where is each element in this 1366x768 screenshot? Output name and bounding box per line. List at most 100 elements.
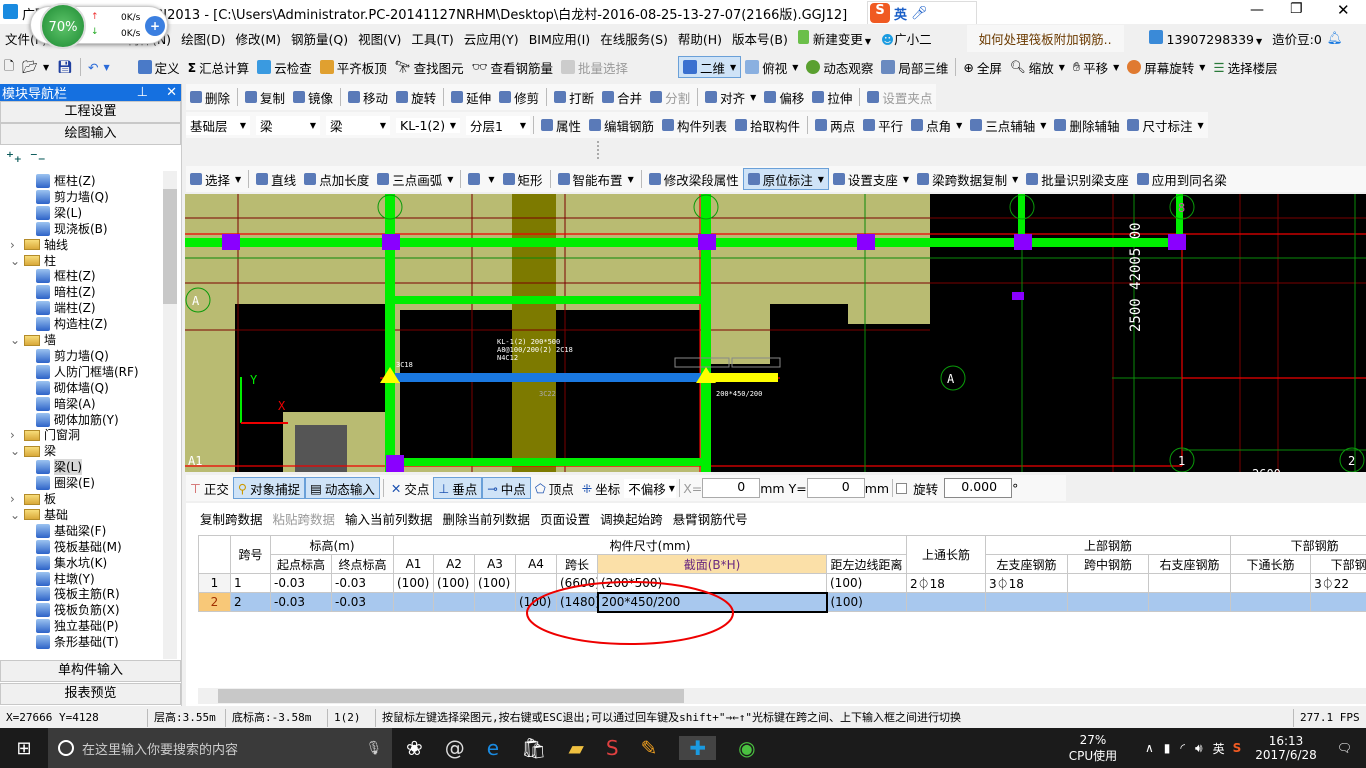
taskbar-app-icon[interactable]: @ <box>445 736 465 760</box>
net-speed-widget[interactable]: 70% ↑ 0K/s ↓ 0K/s + <box>30 3 168 49</box>
col-header[interactable]: 终点标高 <box>331 554 394 574</box>
dropdown-arrow-icon[interactable]: ▼ <box>1012 175 1018 184</box>
grid-hscrollbar[interactable] <box>198 688 1366 704</box>
toolbar-button-draw_toolbar-0[interactable]: 选择 ▼ <box>186 170 245 189</box>
tree-item[interactable]: 剪力墙(Q) <box>36 189 109 205</box>
grid-toolbar-button-0[interactable]: 复制跨数据 <box>200 509 263 528</box>
grid-toolbar-button-2[interactable]: 输入当前列数据 <box>345 509 433 528</box>
toolbar-button-draw_toolbar-8[interactable]: 原位标注 ▼ <box>742 168 829 190</box>
drawing-input-button[interactable]: 绘图输入 <box>0 123 181 145</box>
toolbar-button-edit_toolbar-1[interactable]: 复制 <box>241 88 289 107</box>
summary-calc-button[interactable]: Σ 汇总计算 <box>184 58 254 77</box>
tree-item[interactable]: 框柱(Z) <box>36 173 96 189</box>
col-header[interactable]: 下通长筋 <box>1230 554 1312 574</box>
glodon-app-icon[interactable]: ✚ <box>679 736 717 760</box>
toolbar-button-edit_toolbar-13[interactable]: 设置夹点 <box>863 88 936 107</box>
menu-tools[interactable]: 工具(T) <box>406 29 458 48</box>
collapse-all-icon[interactable]: ⁻₋ <box>30 148 46 166</box>
grid-toolbar-button-1[interactable]: 粘贴跨数据 <box>273 509 336 528</box>
tree-item[interactable]: 筏板基础(M) <box>36 539 122 555</box>
tree-scrollbar[interactable] <box>163 171 177 659</box>
toolbar-button-edit_toolbar-6[interactable]: 修剪 <box>495 88 543 107</box>
toolbar-button-prop_toolbar-1[interactable]: 编辑钢筋 <box>585 116 658 135</box>
start-button[interactable]: ⊞ <box>0 738 48 759</box>
col-header[interactable]: 起点标高 <box>270 554 332 574</box>
dropdown-arrow-icon[interactable]: ▼ <box>488 175 494 184</box>
table-cell[interactable] <box>1310 592 1366 612</box>
nav-close-icon[interactable]: ✕ <box>166 85 177 100</box>
component-select[interactable]: KL-1(2) ▼ <box>396 117 460 133</box>
dropdown-arrow-icon[interactable]: ▼ <box>1040 121 1046 130</box>
dropdown-arrow-icon[interactable]: ▼ <box>956 121 962 130</box>
clock[interactable]: 16:13 2017/6/28 <box>1255 734 1317 762</box>
selected-beam-span-1[interactable] <box>395 373 701 382</box>
layer-select[interactable]: 分层1 ▼ <box>466 115 530 135</box>
edge-icon[interactable]: e <box>487 736 499 760</box>
tree-item[interactable]: 梁(L) <box>36 205 82 221</box>
expand-all-icon[interactable]: ⁺₊ <box>6 148 22 166</box>
undo-icon[interactable]: ↶ ▼ <box>84 60 114 75</box>
select-floor-button[interactable]: ☰ 选择楼层 <box>1209 58 1281 77</box>
table-cell[interactable]: 3⏀22 <box>1310 573 1366 593</box>
news-link[interactable]: 如何处理筏板附加钢筋.. <box>966 24 1124 52</box>
tree-folder[interactable]: › 门窗洞 <box>10 427 80 443</box>
col-header[interactable]: 截面(B*H) <box>597 554 827 574</box>
table-cell[interactable] <box>1230 592 1312 612</box>
toolbar-button-draw_toolbar-6[interactable]: 智能布置 ▼ <box>554 170 638 189</box>
toolbar-button-prop_toolbar-7[interactable]: 三点辅轴 ▼ <box>966 116 1050 135</box>
align-slab-top-button[interactable]: 平齐板顶 <box>316 58 391 77</box>
col-header[interactable]: A1 <box>393 554 434 574</box>
toolbar-button-prop_toolbar-9[interactable]: 尺寸标注 ▼ <box>1123 116 1207 135</box>
show-hidden-icons[interactable]: ∧ <box>1145 741 1154 755</box>
x-input[interactable]: 0 <box>702 478 761 498</box>
category-select[interactable]: 梁 ▼ <box>256 115 320 135</box>
mic-icon[interactable]: 🎙︎ <box>365 741 382 756</box>
offset-select[interactable]: 不偏移 ▼ <box>624 478 677 498</box>
tree-item[interactable]: 梁(L) <box>36 459 83 476</box>
sogou-tray-icon[interactable]: S <box>1233 741 1242 755</box>
dropdown-arrow-icon[interactable]: ▼ <box>903 175 909 184</box>
tree-item[interactable]: 柱墩(Y) <box>36 571 95 587</box>
menu-version[interactable]: 版本号(B) <box>727 29 793 48</box>
toolbar-button-edit_toolbar-4[interactable]: 旋转 <box>392 88 440 107</box>
toolbar-button-prop_toolbar-3[interactable]: 拾取构件 <box>731 116 804 135</box>
toolbar-button-edit_toolbar-5[interactable]: 延伸 <box>447 88 495 107</box>
find-element-button[interactable]: 🔭︎ 查找图元 <box>391 58 468 77</box>
col-header[interactable]: 距左边线距离 <box>825 554 908 574</box>
table-cell[interactable] <box>474 592 516 612</box>
ime-toolbar[interactable]: S 英 🎤︎ <box>867 1 977 25</box>
taskbar-app-icon[interactable]: ◉ <box>738 736 755 760</box>
dropdown-arrow-icon[interactable]: ▼ <box>447 175 453 184</box>
rotate-screen-button[interactable]: 屏幕旋转 ▼ <box>1123 58 1209 77</box>
toolbar-button-prop_toolbar-4[interactable]: 两点 <box>811 116 859 135</box>
taskbar-app-icon[interactable]: ✎ <box>641 736 658 760</box>
rotate-input[interactable]: 0.000 <box>944 478 1013 498</box>
search-box[interactable]: 在这里输入你要搜索的内容 🎙︎ <box>48 728 392 768</box>
fullscreen-button[interactable]: ⊕ 全屏 <box>959 58 1006 77</box>
table-cell[interactable]: 2 <box>230 592 271 612</box>
taskbar-app-icon[interactable]: S <box>606 736 619 760</box>
tree-item[interactable]: 剪力墙(Q) <box>36 348 109 364</box>
menu-bim[interactable]: BIM应用(I) <box>524 29 596 48</box>
menu-cloud[interactable]: 云应用(Y) <box>459 29 524 48</box>
tree-folder[interactable]: ⌄ 基础 <box>10 507 68 523</box>
coordinate-snap-button[interactable]: ⁜ 坐标 <box>578 479 625 498</box>
toolbar-button-edit_toolbar-8[interactable]: 合并 <box>598 88 646 107</box>
midpoint-snap-button[interactable]: ⊸ 中点 <box>482 477 531 499</box>
chevron-down-icon[interactable]: ⌄ <box>10 443 20 459</box>
tree-item[interactable]: 砌体加筋(Y) <box>36 412 119 428</box>
toolbar-button-draw_toolbar-5[interactable]: 矩形 <box>499 170 547 189</box>
col-header[interactable]: 右支座钢筋 <box>1148 554 1232 574</box>
toolbar-button-draw_toolbar-12[interactable]: 应用到同名梁 <box>1133 170 1231 189</box>
toolbar-button-edit_toolbar-12[interactable]: 拉伸 <box>808 88 856 107</box>
floor-select[interactable]: 基础层 ▼ <box>186 115 250 135</box>
table-cell[interactable]: (100) <box>825 573 908 593</box>
toolbar-grip[interactable] <box>597 141 603 159</box>
single-component-input-button[interactable]: 单构件输入 <box>0 660 181 682</box>
cloud-check-button[interactable]: 云检查 <box>253 58 316 77</box>
chevron-right-icon[interactable]: › <box>10 237 20 253</box>
view-rebar-button[interactable]: 👓︎ 查看钢筋量 <box>468 58 557 77</box>
toolbar-button-draw_toolbar-4[interactable]: ▼ <box>464 173 498 185</box>
ime-indicator[interactable]: 英 <box>1213 740 1225 757</box>
col-header[interactable]: 下部钢筋 <box>1310 554 1366 574</box>
